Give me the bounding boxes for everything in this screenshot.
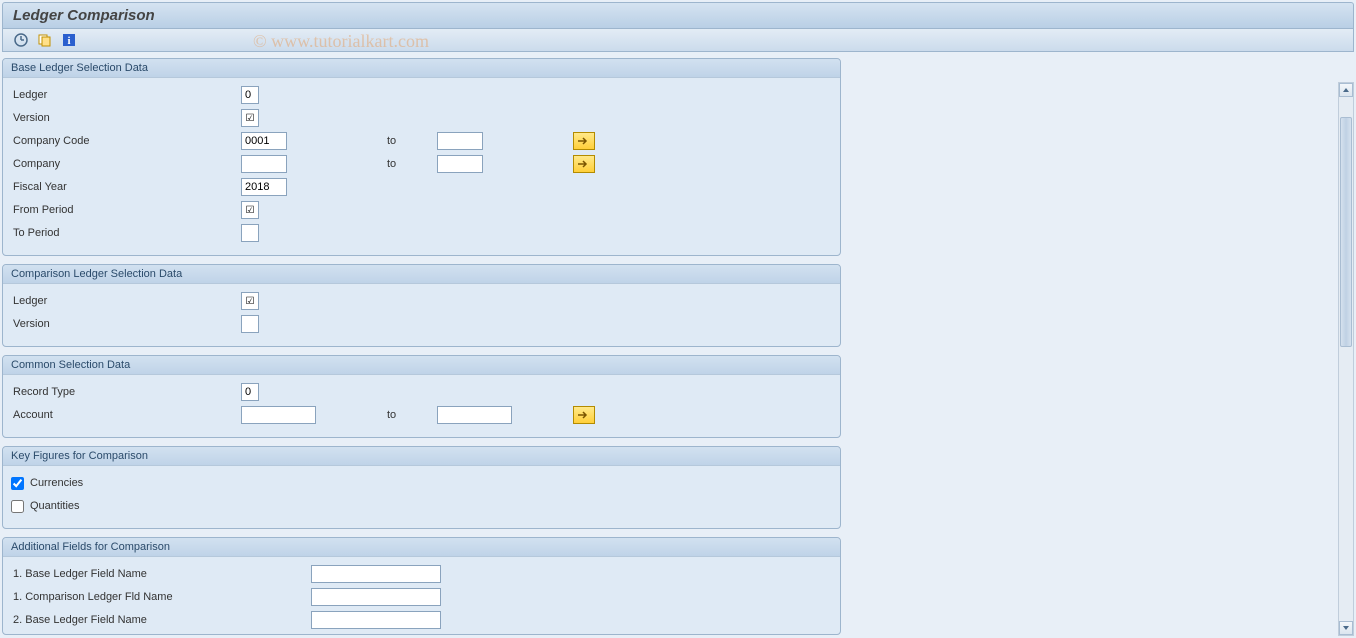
input-company-from[interactable] <box>241 155 287 173</box>
label-quantities: Quantities <box>30 500 80 512</box>
execute-icon[interactable] <box>13 32 29 48</box>
input-company-to[interactable] <box>437 155 483 173</box>
input-account-to[interactable] <box>437 406 512 424</box>
input-base-ledger[interactable] <box>241 86 259 104</box>
group-comparison-ledger: Comparison Ledger Selection Data Ledger … <box>2 264 841 347</box>
multi-select-account[interactable] <box>573 406 595 424</box>
label-currencies: Currencies <box>30 477 83 489</box>
label-to: to <box>387 135 437 147</box>
label-to: to <box>387 409 437 421</box>
input-fiscal-year[interactable] <box>241 178 287 196</box>
input-account-from[interactable] <box>241 406 316 424</box>
svg-text:i: i <box>67 35 70 47</box>
label-company-code: Company Code <box>11 135 241 147</box>
scrollbar-thumb[interactable] <box>1340 117 1352 347</box>
label-to: to <box>387 158 437 170</box>
group-header-common: Common Selection Data <box>3 356 840 375</box>
input-base-field-2[interactable] <box>311 611 441 629</box>
group-header-key-figures: Key Figures for Comparison <box>3 447 840 466</box>
label-comp-ledger: Ledger <box>11 295 241 307</box>
checkbox-currencies[interactable] <box>11 477 24 490</box>
info-icon[interactable]: i <box>61 32 77 48</box>
label-base-field-2: 2. Base Ledger Field Name <box>11 614 311 626</box>
multi-select-company[interactable] <box>573 155 595 173</box>
label-fiscal-year: Fiscal Year <box>11 181 241 193</box>
input-base-version[interactable] <box>241 109 259 127</box>
label-record-type: Record Type <box>11 386 241 398</box>
input-from-period[interactable] <box>241 201 259 219</box>
vertical-scrollbar[interactable] <box>1338 82 1354 636</box>
input-comp-field-1[interactable] <box>311 588 441 606</box>
label-ledger: Ledger <box>11 89 241 101</box>
group-additional-fields: Additional Fields for Comparison 1. Base… <box>2 537 841 635</box>
input-company-code-from[interactable] <box>241 132 287 150</box>
label-base-field-1: 1. Base Ledger Field Name <box>11 568 311 580</box>
label-comp-field-1: 1. Comparison Ledger Fld Name <box>11 591 311 603</box>
input-company-code-to[interactable] <box>437 132 483 150</box>
group-header-base: Base Ledger Selection Data <box>3 59 840 78</box>
group-key-figures: Key Figures for Comparison Currencies Qu… <box>2 446 841 529</box>
label-comp-version: Version <box>11 318 241 330</box>
label-company: Company <box>11 158 241 170</box>
watermark-text: © www.tutorialkart.com <box>253 31 429 52</box>
input-base-field-1[interactable] <box>311 565 441 583</box>
scrollbar-track[interactable] <box>1339 97 1353 621</box>
page-title: Ledger Comparison <box>2 2 1354 29</box>
input-comp-version[interactable] <box>241 315 259 333</box>
input-record-type[interactable] <box>241 383 259 401</box>
group-header-comp: Comparison Ledger Selection Data <box>3 265 840 284</box>
multi-select-company-code[interactable] <box>573 132 595 150</box>
checkbox-quantities[interactable] <box>11 500 24 513</box>
scroll-up-icon[interactable] <box>1339 83 1353 97</box>
group-common-selection: Common Selection Data Record Type Accoun… <box>2 355 841 438</box>
label-version: Version <box>11 112 241 124</box>
input-to-period[interactable] <box>241 224 259 242</box>
label-account: Account <box>11 409 241 421</box>
group-header-additional: Additional Fields for Comparison <box>3 538 840 557</box>
scroll-down-icon[interactable] <box>1339 621 1353 635</box>
input-comp-ledger[interactable] <box>241 292 259 310</box>
get-variant-icon[interactable] <box>37 32 53 48</box>
label-to-period: To Period <box>11 227 241 239</box>
toolbar: i © www.tutorialkart.com <box>2 29 1354 52</box>
label-from-period: From Period <box>11 204 241 216</box>
group-base-ledger: Base Ledger Selection Data Ledger Versio… <box>2 58 841 256</box>
